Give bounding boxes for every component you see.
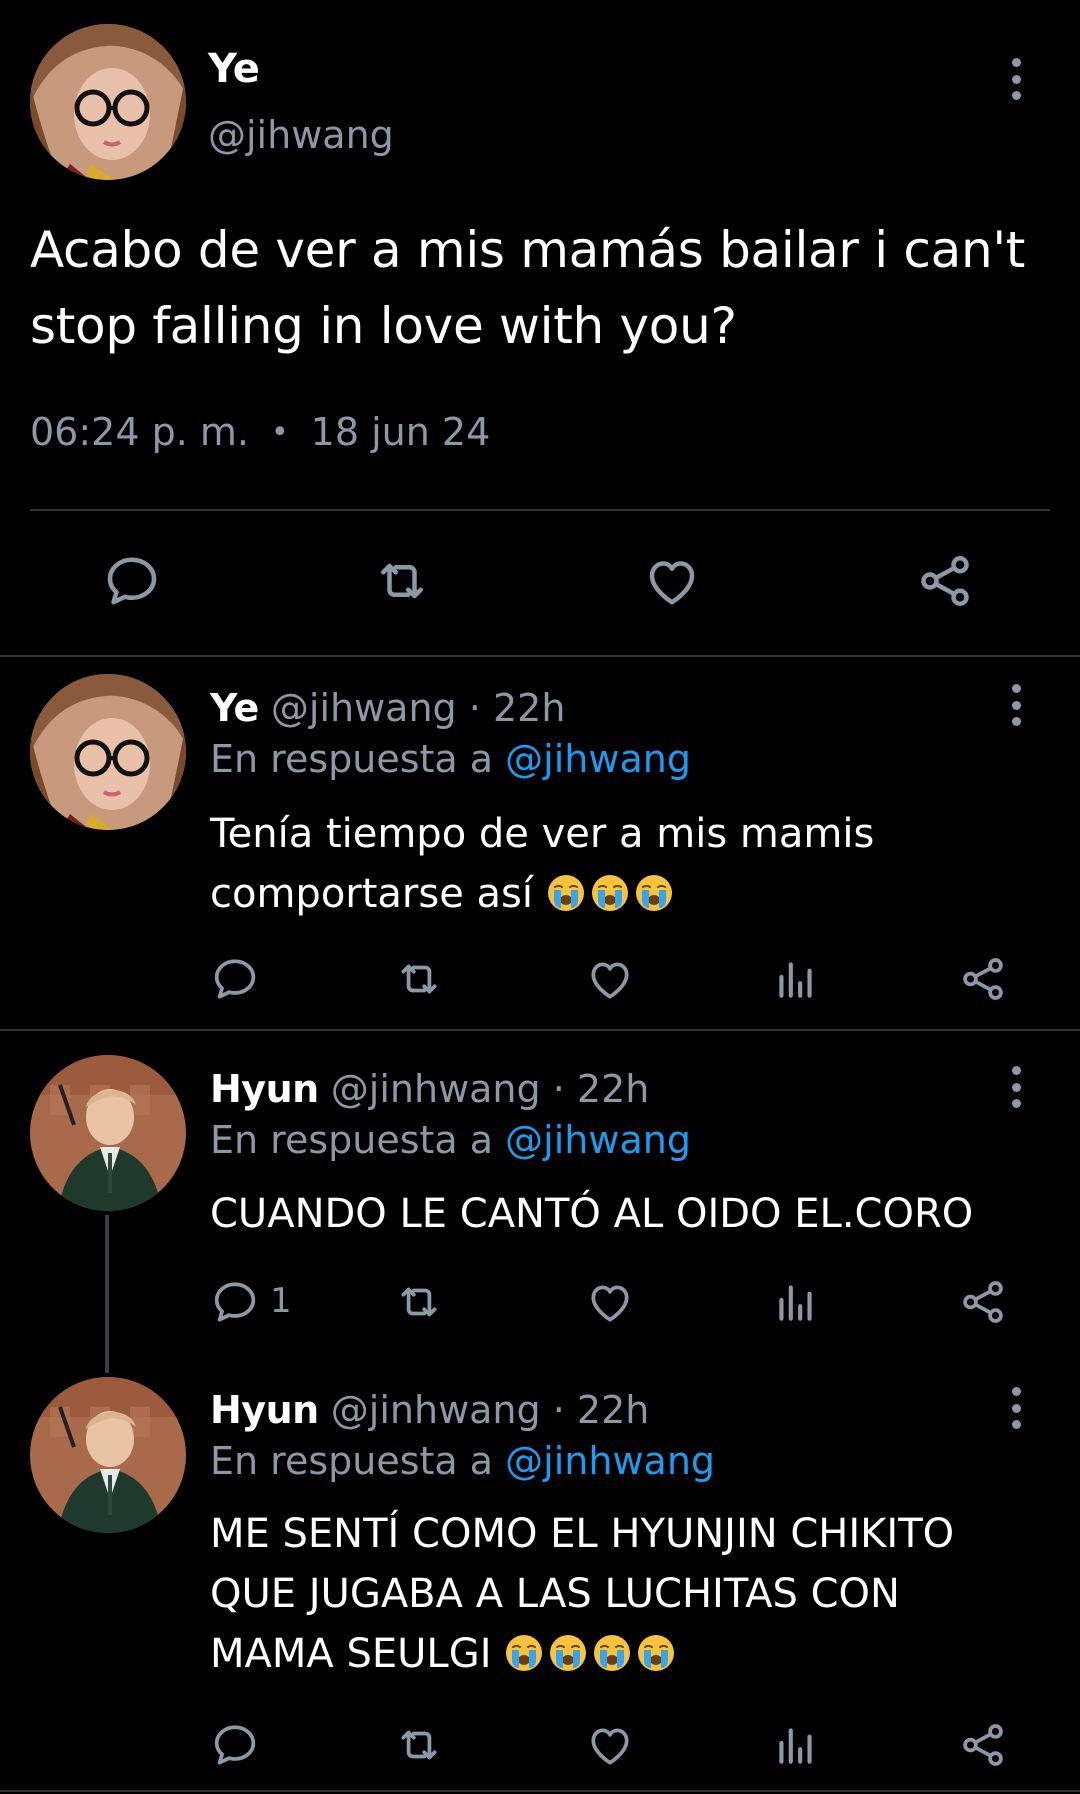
reply-author-handle[interactable]: @jinhwang: [331, 1067, 541, 1111]
reply-avatar[interactable]: [30, 1055, 186, 1211]
loudly-crying-face-emoji: [548, 1633, 588, 1673]
reply-icon[interactable]: [102, 551, 162, 611]
divider: [30, 509, 1050, 511]
reply-age: 22h: [576, 1067, 650, 1111]
meta-separator: •: [270, 414, 289, 450]
reply-action-bar: [210, 1718, 1040, 1774]
retweet-icon[interactable]: [394, 1720, 444, 1770]
reply-avatar[interactable]: [30, 674, 186, 830]
share-icon[interactable]: [958, 1720, 1008, 1770]
retweet-icon[interactable]: [372, 551, 432, 611]
retweet-icon[interactable]: [394, 954, 444, 1004]
reply-icon[interactable]: [210, 954, 260, 1004]
views-icon[interactable]: [771, 954, 821, 1004]
loudly-crying-face-emoji: [636, 1633, 676, 1673]
reply-count: 1: [270, 1281, 292, 1321]
loudly-crying-face-emoji: [546, 873, 586, 913]
tweet-time: 06:24 p. m.: [30, 410, 249, 454]
reply-text: CUANDO LE CANTÓ AL OIDO EL.CORO: [210, 1184, 1030, 1244]
reply-text: ME SENTÍ COMO EL HYUNJIN CHIKITO QUE JUG…: [210, 1504, 1030, 1684]
reply-action-bar: [210, 952, 1040, 1008]
author-avatar[interactable]: [30, 24, 186, 180]
heart-icon[interactable]: [585, 1720, 635, 1770]
tweet-date: 18 jun 24: [310, 410, 491, 454]
replying-to: En respuesta a @jihwang: [210, 737, 691, 781]
reply-header: Hyun @jinhwang · 22h: [210, 1067, 649, 1111]
more-vertical-icon[interactable]: [996, 1062, 1036, 1112]
replying-to-prefix: En respuesta a: [210, 1439, 494, 1483]
reply-text: Tenía tiempo de ver a mis mamis comporta…: [210, 804, 1030, 924]
reply-text-content: Tenía tiempo de ver a mis mamis comporta…: [210, 811, 875, 917]
reply-author-handle[interactable]: @jinhwang: [331, 1388, 541, 1432]
thread-line: [105, 1215, 109, 1373]
reply-author-name[interactable]: Hyun: [210, 1388, 319, 1432]
reply-author-name[interactable]: Ye: [210, 686, 259, 730]
meta-separator: ·: [552, 1388, 565, 1432]
loudly-crying-face-emoji: [592, 1633, 632, 1673]
heart-icon[interactable]: [585, 1277, 635, 1327]
reply-text-content: CUANDO LE CANTÓ AL OIDO EL.CORO: [210, 1191, 974, 1237]
reply-age: 22h: [492, 686, 566, 730]
tweet-timestamp: 06:24 p. m. • 18 jun 24: [30, 410, 490, 454]
replying-to-prefix: En respuesta a: [210, 1118, 494, 1162]
retweet-icon[interactable]: [394, 1277, 444, 1327]
meta-separator: ·: [552, 1067, 565, 1111]
reply-author-handle[interactable]: @jihwang: [271, 686, 457, 730]
replying-to: En respuesta a @jihwang: [210, 1118, 691, 1162]
replying-to-prefix: En respuesta a: [210, 737, 494, 781]
replying-to-link[interactable]: @jinhwang: [505, 1439, 715, 1483]
views-icon[interactable]: [771, 1720, 821, 1770]
share-icon[interactable]: [915, 551, 975, 611]
reply-icon[interactable]: [210, 1720, 260, 1770]
share-icon[interactable]: [958, 1277, 1008, 1327]
more-vertical-icon[interactable]: [996, 54, 1036, 104]
reply-author-name[interactable]: Hyun: [210, 1067, 319, 1111]
more-vertical-icon[interactable]: [996, 680, 1036, 730]
replying-to-link[interactable]: @jihwang: [505, 737, 691, 781]
views-icon[interactable]: [771, 1277, 821, 1327]
reply-icon[interactable]: [210, 1277, 260, 1327]
reply-avatar[interactable]: [30, 1377, 186, 1533]
replying-to: En respuesta a @jinhwang: [210, 1439, 715, 1483]
divider: [0, 655, 1080, 657]
more-vertical-icon[interactable]: [996, 1383, 1036, 1433]
author-handle[interactable]: @jihwang: [208, 113, 394, 157]
divider: [0, 1790, 1080, 1792]
heart-icon[interactable]: [585, 954, 635, 1004]
reply-action-bar: 1: [210, 1275, 1040, 1331]
author-name[interactable]: Ye: [208, 46, 260, 92]
loudly-crying-face-emoji: [590, 873, 630, 913]
replying-to-link[interactable]: @jihwang: [505, 1118, 691, 1162]
divider: [0, 1029, 1080, 1031]
tweet-text: Acabo de ver a mis mamás bailar i can't …: [30, 221, 1026, 355]
main-action-bar: [30, 545, 1050, 621]
reply-header: Ye @jihwang · 22h: [210, 686, 565, 730]
heart-icon[interactable]: [642, 551, 702, 611]
meta-separator: ·: [468, 686, 481, 730]
reply-header: Hyun @jinhwang · 22h: [210, 1388, 649, 1432]
share-icon[interactable]: [958, 954, 1008, 1004]
reply-age: 22h: [576, 1388, 650, 1432]
loudly-crying-face-emoji: [504, 1633, 544, 1673]
loudly-crying-face-emoji: [634, 873, 674, 913]
